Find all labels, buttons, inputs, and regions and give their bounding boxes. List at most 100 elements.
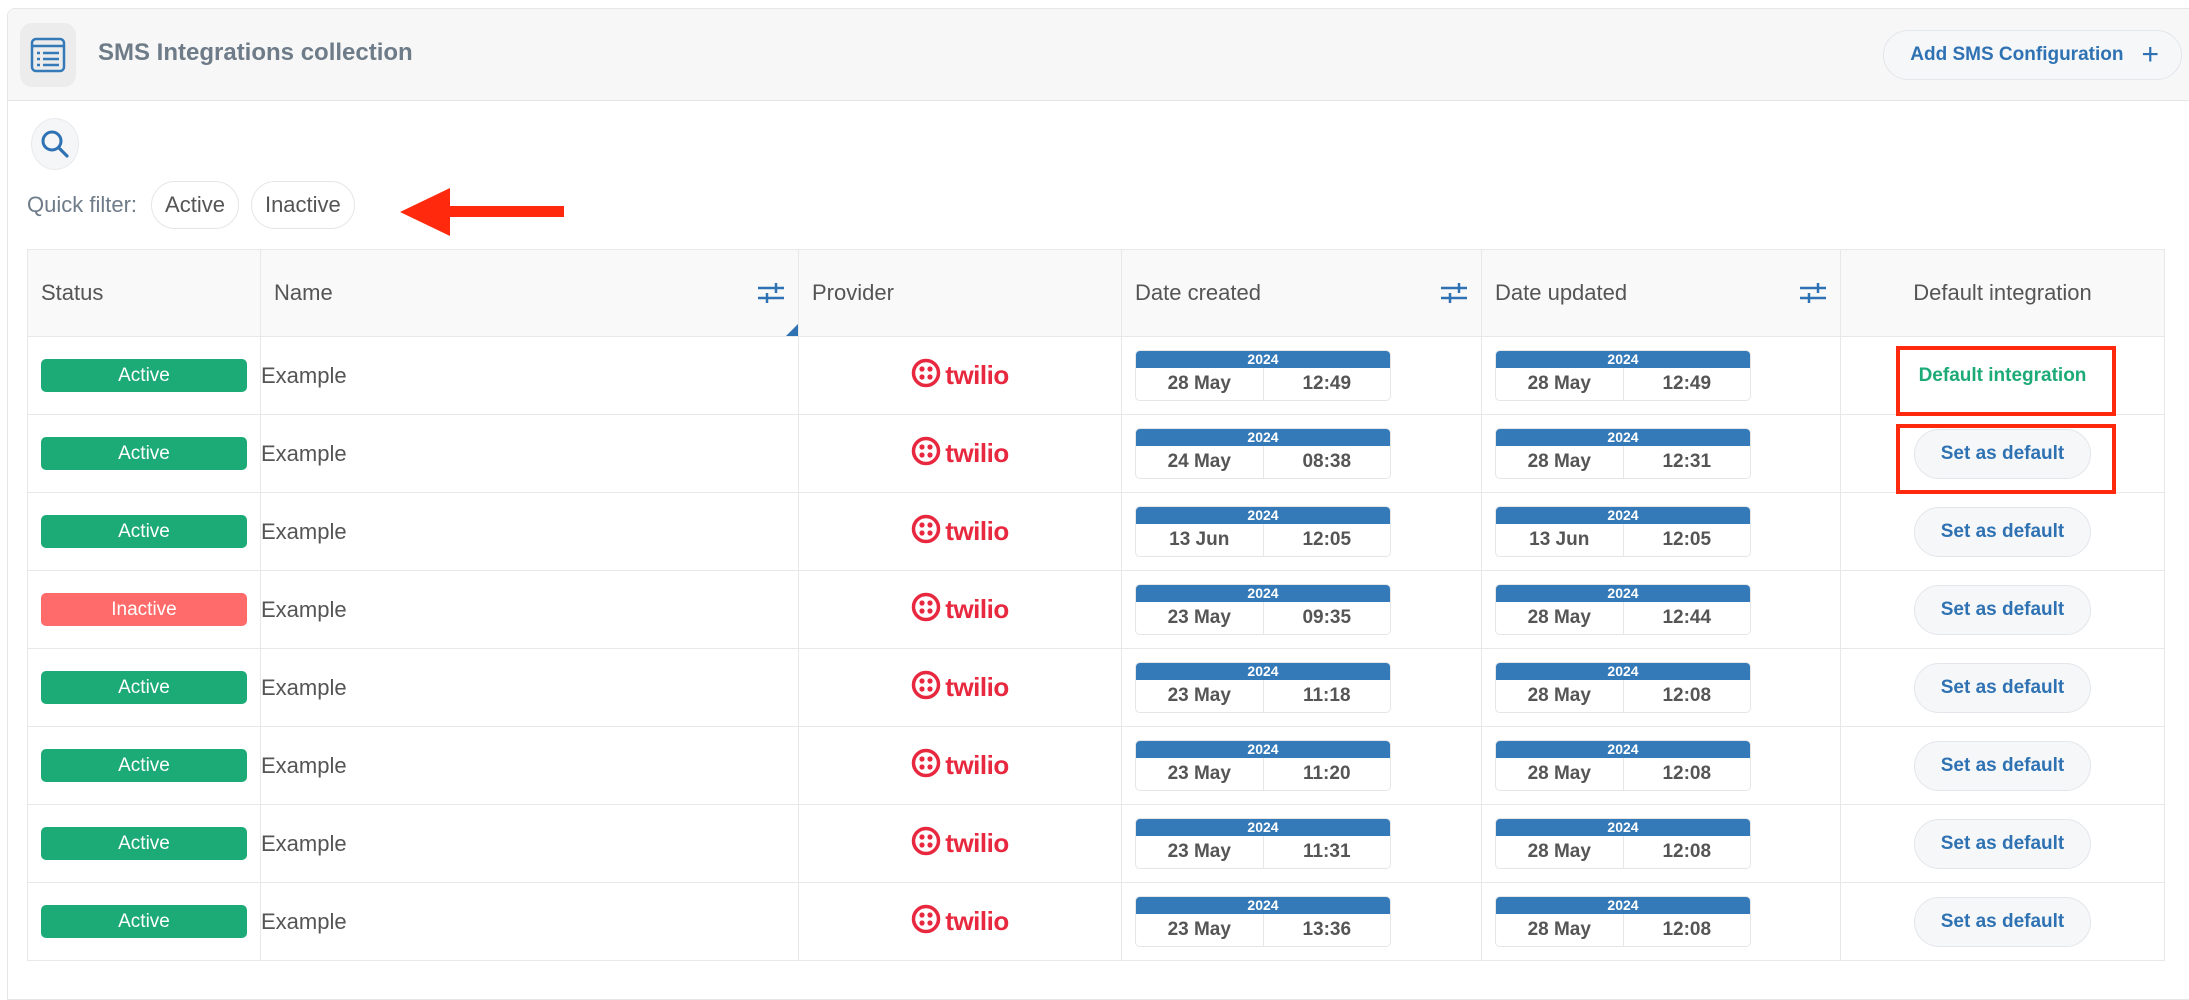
date-created-chip: 2024 23 May 09:35 <box>1135 584 1391 635</box>
table-row[interactable]: Active Example twilio 2024 23 May 11:31 2024 28… <box>27 804 2165 883</box>
date-day: 28 May <box>1496 602 1624 634</box>
set-as-default-button[interactable]: Set as default <box>1913 740 2092 791</box>
column-header-label: Status <box>41 280 104 305</box>
date-year: 2024 <box>1136 507 1390 524</box>
date-updated-cell: 2024 28 May 12:49 <box>1481 336 1841 415</box>
provider-name: twilio <box>945 594 1009 624</box>
column-header-provider[interactable]: Provider <box>798 249 1122 337</box>
date-year: 2024 <box>1136 663 1390 680</box>
column-header-status[interactable]: Status <box>27 249 261 337</box>
status-cell: Active <box>27 336 261 415</box>
status-badge[interactable]: Inactive <box>41 593 247 626</box>
date-time: 09:35 <box>1302 607 1352 628</box>
date-created-chip: 2024 13 Jun 12:05 <box>1135 506 1391 557</box>
column-header-name[interactable]: Name <box>260 249 799 337</box>
twilio-logo-icon <box>911 826 941 861</box>
date-day: 23 May <box>1136 914 1264 946</box>
status-cell: Active <box>27 492 261 571</box>
date-updated-cell: 2024 28 May 12:08 <box>1481 648 1841 727</box>
column-header-default-integration[interactable]: Default integration <box>1840 249 2165 337</box>
date-day: 28 May <box>1496 368 1624 400</box>
date-time: 12:08 <box>1662 763 1712 784</box>
set-as-default-button[interactable]: Set as default <box>1913 818 2092 869</box>
default-integration-cell: Set as default <box>1840 414 2165 493</box>
set-as-default-button[interactable]: Set as default <box>1913 662 2092 713</box>
name-cell[interactable]: Example <box>260 804 799 883</box>
set-as-default-button[interactable]: Set as default <box>1913 896 2092 947</box>
status-badge[interactable]: Active <box>41 437 247 470</box>
date-time: 12:08 <box>1662 919 1712 940</box>
quick-filter-active-chip[interactable]: Active <box>151 181 239 229</box>
date-time: 08:38 <box>1302 451 1352 472</box>
status-badge[interactable]: Active <box>41 749 247 782</box>
column-header-date-created[interactable]: Date created <box>1121 249 1482 337</box>
date-time: 11:18 <box>1302 685 1351 706</box>
date-year: 2024 <box>1136 351 1390 368</box>
date-day: 23 May <box>1136 758 1264 790</box>
table-row[interactable]: Active Example twilio 2024 23 May 11:20 2024 28… <box>27 726 2165 805</box>
date-day: 24 May <box>1136 446 1264 478</box>
set-as-default-button[interactable]: Set as default <box>1913 428 2092 479</box>
date-time: 12:08 <box>1662 841 1712 862</box>
date-day: 28 May <box>1496 446 1624 478</box>
default-integration-cell: Set as default <box>1840 726 2165 805</box>
search-icon <box>41 130 69 158</box>
date-created-cell: 2024 23 May 11:18 <box>1121 648 1482 727</box>
date-created-chip: 2024 23 May 11:31 <box>1135 818 1391 869</box>
status-cell: Active <box>27 414 261 493</box>
date-time: 12:08 <box>1662 685 1712 706</box>
quick-filter-inactive-chip[interactable]: Inactive <box>250 181 355 229</box>
set-as-default-button[interactable]: Set as default <box>1913 584 2092 635</box>
name-cell[interactable]: Example <box>260 492 799 571</box>
date-day: 13 Jun <box>1136 524 1264 556</box>
name-cell[interactable]: Example <box>260 882 799 961</box>
provider-cell: twilio <box>798 882 1122 961</box>
collection-icon-container <box>20 23 76 87</box>
table-row[interactable]: Active Example twilio 2024 24 May 08:38 2024 28… <box>27 414 2165 493</box>
date-updated-chip: 2024 28 May 12:08 <box>1495 818 1751 869</box>
date-updated-chip: 2024 28 May 12:44 <box>1495 584 1751 635</box>
search-button[interactable] <box>31 118 79 170</box>
status-badge[interactable]: Active <box>41 671 247 704</box>
table-row[interactable]: Active Example twilio 2024 13 Jun 12:05 2024 13… <box>27 492 2165 571</box>
date-day: 28 May <box>1496 758 1624 790</box>
date-day: 28 May <box>1136 368 1264 400</box>
date-day: 23 May <box>1136 680 1264 712</box>
set-as-default-button[interactable]: Set as default <box>1913 506 2092 557</box>
date-day: 13 Jun <box>1496 524 1624 556</box>
name-cell[interactable]: Example <box>260 648 799 727</box>
date-day: 28 May <box>1496 914 1624 946</box>
provider-cell: twilio <box>798 570 1122 649</box>
date-year: 2024 <box>1496 507 1750 524</box>
status-badge[interactable]: Active <box>41 827 247 860</box>
add-sms-configuration-button[interactable]: Add SMS Configuration + <box>1883 30 2182 80</box>
table-row[interactable]: Active Example twilio 2024 23 May 11:18 2024 28… <box>27 648 2165 727</box>
sliders-icon[interactable] <box>1440 281 1468 305</box>
name-cell[interactable]: Example <box>260 336 799 415</box>
quick-filter: Quick filter: Active Inactive <box>27 181 355 229</box>
twilio-logo-icon <box>911 670 941 705</box>
name-cell[interactable]: Example <box>260 726 799 805</box>
status-cell: Active <box>27 882 261 961</box>
date-year: 2024 <box>1136 819 1390 836</box>
column-header-date-updated[interactable]: Date updated <box>1481 249 1841 337</box>
date-time: 11:31 <box>1302 841 1351 862</box>
sliders-icon[interactable] <box>757 281 785 305</box>
status-badge[interactable]: Active <box>41 515 247 548</box>
sliders-icon[interactable] <box>1799 281 1827 305</box>
provider-cell: twilio <box>798 648 1122 727</box>
column-header-label: Name <box>274 280 333 305</box>
date-updated-chip: 2024 28 May 12:08 <box>1495 662 1751 713</box>
date-updated-chip: 2024 28 May 12:08 <box>1495 896 1751 947</box>
table-row[interactable]: Active Example twilio 2024 23 May 13:36 2024 28… <box>27 882 2165 961</box>
status-badge[interactable]: Active <box>41 359 247 392</box>
table-row[interactable]: Active Example twilio 2024 28 May 12:49 2024 28… <box>27 336 2165 415</box>
date-time: 12:44 <box>1662 607 1712 628</box>
date-updated-chip: 2024 28 May 12:31 <box>1495 428 1751 479</box>
default-integration-cell: Set as default <box>1840 804 2165 883</box>
column-resize-handle[interactable] <box>786 324 798 336</box>
name-cell[interactable]: Example <box>260 414 799 493</box>
name-cell[interactable]: Example <box>260 570 799 649</box>
status-badge[interactable]: Active <box>41 905 247 938</box>
table-row[interactable]: Inactive Example twilio 2024 23 May 09:35 2024… <box>27 570 2165 649</box>
